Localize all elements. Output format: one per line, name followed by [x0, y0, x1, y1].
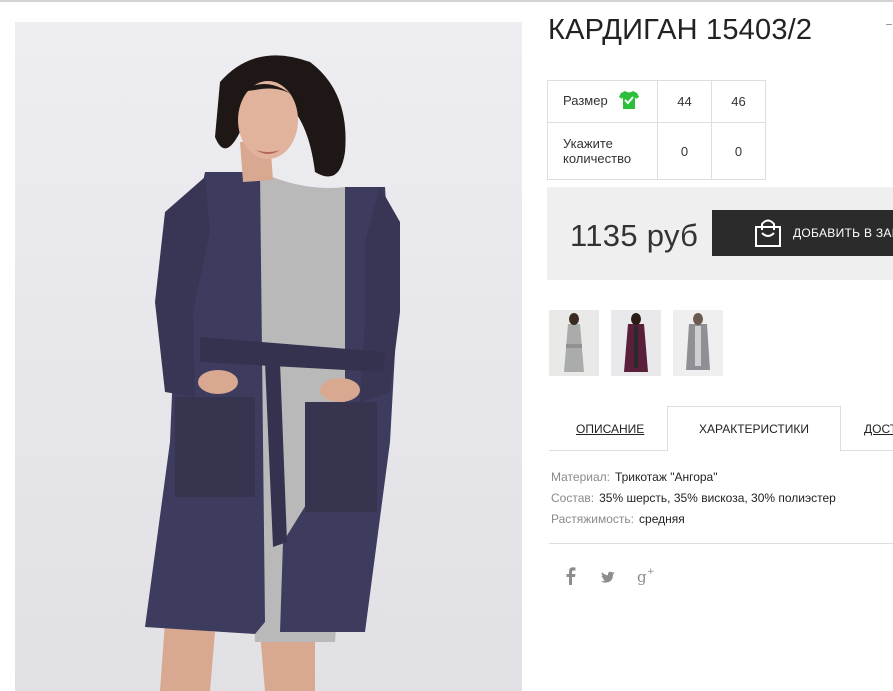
characteristic-value: 35% шерсть, 35% вискоза, 30% полиэстер — [599, 491, 836, 505]
characteristic-row: Материал: Трикотаж "Ангора" — [551, 470, 836, 491]
svg-text:+: + — [647, 567, 655, 577]
thumbnail-burgundy[interactable] — [611, 310, 661, 376]
characteristic-key: Материал: — [551, 470, 610, 484]
quantity-row: Укажите количество 0 0 — [547, 122, 766, 180]
shopping-bag-icon — [754, 218, 782, 251]
twitter-icon[interactable] — [600, 566, 616, 591]
tab-delivery[interactable]: ДОСТ — [864, 422, 893, 436]
characteristic-key: Состав: — [551, 491, 595, 505]
tab-characteristics[interactable]: ХАРАКТЕРИСТИКИ — [667, 406, 841, 452]
price: 1135 руб — [570, 218, 699, 253]
quantity-label: Укажите количество — [547, 122, 658, 180]
svg-text:g: g — [637, 568, 647, 586]
characteristic-row: Состав: 35% шерсть, 35% вискоза, 30% поли… — [551, 491, 836, 512]
tab-description[interactable]: ОПИСАНИЕ — [576, 422, 644, 436]
product-title: КАРДИГАН 15403/2 — [548, 14, 813, 46]
size-44[interactable]: 44 — [657, 80, 712, 123]
top-divider — [0, 0, 893, 2]
thumbnail-grey[interactable] — [549, 310, 599, 376]
size-label: Размер — [563, 92, 608, 108]
characteristic-value: средняя — [639, 512, 685, 526]
size-label-cell: Размер — [547, 80, 658, 123]
add-to-cart-label: ДОБАВИТЬ В ЗАКАЗ — [793, 226, 893, 240]
size-46[interactable]: 46 — [711, 80, 766, 123]
google-plus-icon[interactable]: g + — [637, 566, 657, 591]
thumbnail-light-grey[interactable] — [673, 310, 723, 376]
main-product-photo — [15, 22, 522, 691]
quantity-46-input[interactable]: 0 — [711, 122, 766, 180]
size-table: Размер 44 46 Укажите количество 0 0 — [547, 80, 766, 180]
quantity-44-input[interactable]: 0 — [657, 122, 712, 180]
characteristic-row: Растяжимость: средняя — [551, 512, 836, 533]
facebook-icon[interactable] — [565, 566, 577, 591]
characteristic-value: Трикотаж "Ангора" — [614, 470, 718, 484]
tshirt-check-icon[interactable] — [619, 91, 640, 112]
characteristic-key: Растяжимость: — [551, 512, 635, 526]
size-row: Размер 44 46 — [547, 80, 766, 123]
price-panel: 1135 руб ДОБАВИТЬ В ЗАКАЗ — [547, 187, 893, 280]
add-to-cart-button[interactable]: ДОБАВИТЬ В ЗАКАЗ — [712, 210, 893, 256]
characteristics-list: Материал: Трикотаж "Ангора" Состав: 35% ше… — [551, 470, 836, 533]
favorite-icon[interactable] — [886, 24, 892, 33]
section-divider — [549, 543, 893, 544]
